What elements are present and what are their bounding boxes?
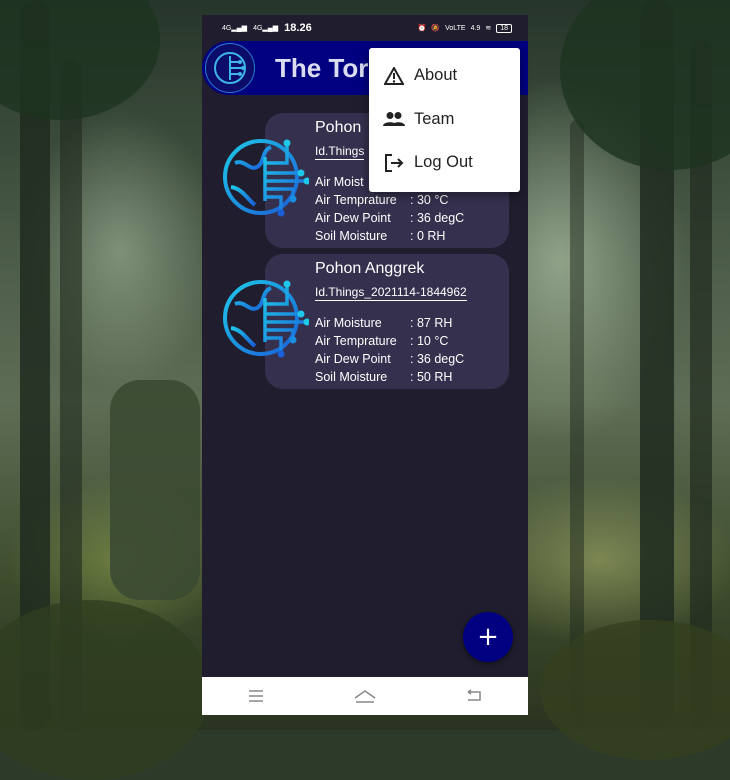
signal-icon: 4G▂▄▆	[222, 25, 248, 32]
signal-icon-2: 4G▂▄▆	[253, 25, 279, 32]
menu-item-label: Log Out	[414, 153, 473, 172]
wifi-icon: ≋	[485, 25, 492, 32]
logout-icon	[383, 152, 405, 174]
sensor-readings: Air Moisture : 87 RH Air Temprature : 10 °…	[315, 314, 464, 386]
reading-value: : 10 °C	[410, 334, 449, 348]
reading-value: : 87 RH	[410, 316, 453, 330]
menu-item-team[interactable]: Team	[369, 98, 520, 142]
warning-triangle-icon	[383, 65, 405, 87]
back-button[interactable]	[454, 681, 494, 711]
mute-icon: 🔕	[431, 25, 441, 32]
reading-value: : 36 degC	[410, 211, 465, 225]
home-button[interactable]	[345, 681, 385, 711]
reading-label: Soil Moisture	[315, 370, 388, 384]
home-icon	[354, 690, 376, 703]
reading-row: Soil Moisture : 0 RH	[315, 227, 464, 245]
menu-item-label: Team	[414, 109, 455, 128]
add-device-button[interactable]: +	[463, 612, 513, 662]
reading-row: Air Temprature : 30 °C	[315, 191, 464, 209]
system-navigation-bar	[202, 677, 528, 715]
device-id-link[interactable]: Id.Things	[315, 144, 365, 160]
menu-item-label: About	[414, 66, 458, 85]
volte-icon: VoLTE	[445, 24, 466, 32]
circuit-globe-icon	[223, 280, 309, 358]
menu-item-about[interactable]: About	[369, 54, 520, 98]
reading-label: Air Moisture	[315, 316, 382, 330]
app-logo-icon	[205, 43, 255, 93]
reading-label: Air Dew Point	[315, 211, 391, 225]
back-icon	[467, 689, 481, 701]
reading-label: Air Dew Point	[315, 352, 391, 366]
reading-label: Air Temprature	[315, 193, 397, 207]
menu-lines-icon	[249, 690, 264, 702]
reading-row: Air Dew Point : 36 degC	[315, 350, 464, 368]
reading-row: Air Moisture : 87 RH	[315, 314, 464, 332]
app-title: The Torr	[275, 52, 379, 83]
speed-indicator: 4.9	[470, 24, 481, 32]
reading-value: : 30 °C	[410, 193, 449, 207]
reading-value: : 36 degC	[410, 352, 465, 366]
alarm-icon: ⏰	[417, 25, 427, 32]
reading-value: : 50 RH	[410, 370, 453, 384]
status-bar: 4G▂▄▆ 4G▂▄▆ 18.26 ⏰ 🔕 VoLTE 4.9 ≋ 18	[202, 15, 528, 41]
device-id-link[interactable]: Id.Things_2021114-1844962	[315, 285, 467, 301]
overflow-menu: About Team Log Out	[369, 48, 520, 192]
device-name: Pohon Anggrek	[315, 260, 425, 277]
reading-label: Air Temprature	[315, 334, 397, 348]
device-name: Pohon	[315, 119, 362, 136]
reading-row: Soil Moisture : 50 RH	[315, 368, 464, 386]
device-card[interactable]: Pohon Anggrek Id.Things_2021114-1844962 …	[223, 254, 509, 389]
battery-icon: 18	[496, 23, 512, 33]
reading-row: Air Dew Point : 36 degC	[315, 209, 464, 227]
menu-item-logout[interactable]: Log Out	[369, 141, 520, 185]
people-icon	[383, 108, 405, 130]
recent-apps-button[interactable]	[236, 681, 276, 711]
reading-label: Soil Moisture	[315, 229, 388, 243]
circuit-globe-icon	[223, 139, 309, 217]
reading-value: : 0 RH	[410, 229, 446, 243]
reading-row: Air Temprature : 10 °C	[315, 332, 464, 350]
status-time: 18.26	[284, 22, 312, 34]
